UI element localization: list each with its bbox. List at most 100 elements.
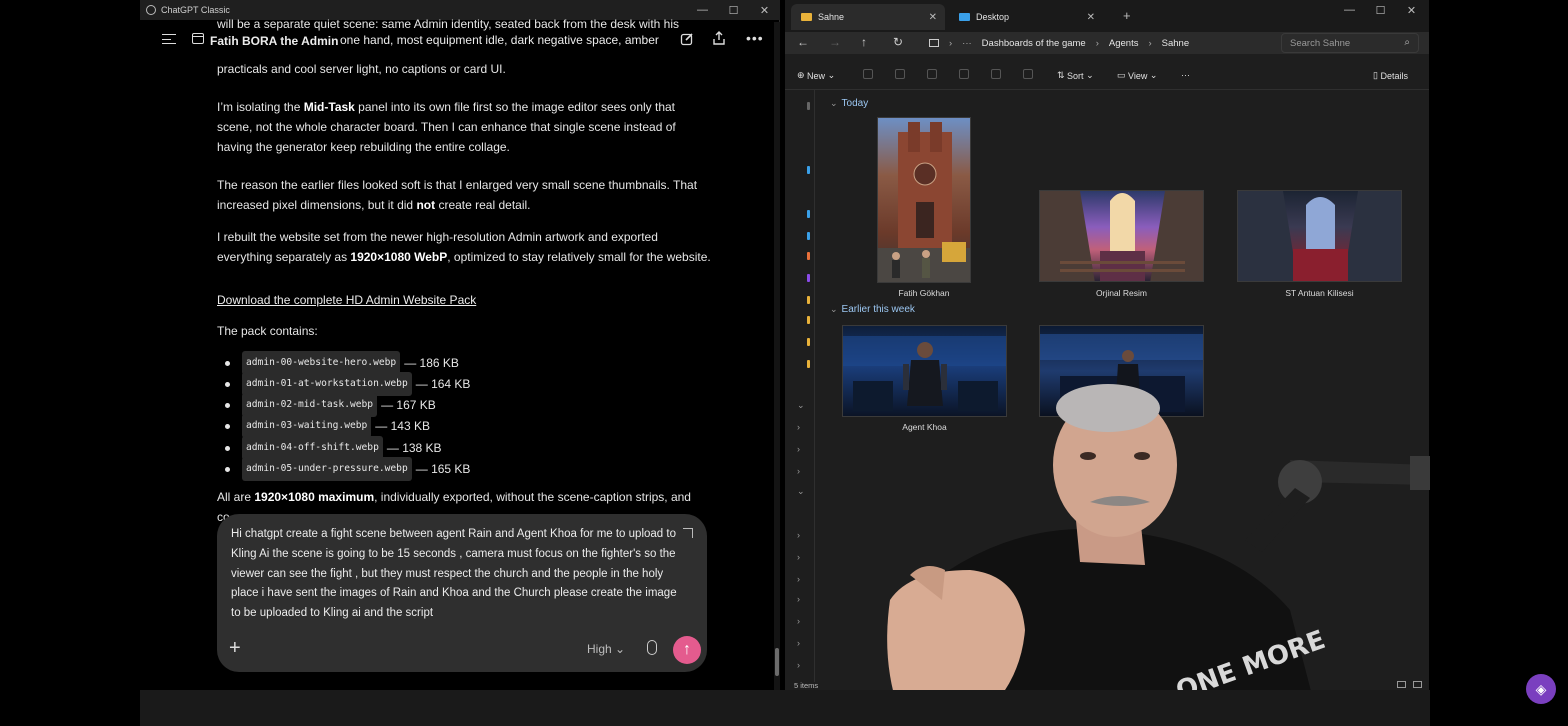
tab-sahne[interactable]: Sahne ✕ [791,4,945,30]
chat-header: Fatih BORA the Admin one hand, most equi… [140,28,780,54]
message-composer[interactable]: Hi chatgpt create a fight scene between … [217,514,707,672]
list-item: admin-03-waiting.webp — 143 KB [217,414,430,438]
back-icon[interactable]: ← [797,35,809,49]
paste-icon[interactable] [927,69,937,79]
church-interior-image [1040,191,1203,281]
file-thumbnail[interactable] [877,117,971,283]
chevron-down-icon[interactable]: ⌄ [797,486,805,497]
message-paragraph-4: All are 1920×1080 maximum, individually … [217,490,691,504]
message-paragraph-2: The reason the earlier files looked soft… [217,178,698,212]
computer-icon [929,39,939,47]
file-name[interactable]: Fatih Gökhan [877,288,971,298]
chevron-right-icon[interactable]: › [797,616,800,626]
send-button[interactable]: ↑ [673,636,701,664]
more-options-icon[interactable]: ··· [1181,70,1190,80]
tab-desktop[interactable]: Desktop ✕ [949,4,1103,30]
view-button[interactable]: ▭ View ⌄ [1117,70,1157,81]
chevron-right-icon[interactable]: › [797,574,800,584]
project-title[interactable]: Fatih BORA the Admin [210,34,338,48]
sort-button[interactable]: ⇅ Sort ⌄ [1057,70,1094,81]
breadcrumb-item[interactable]: Agents [1109,38,1139,49]
list-item: admin-00-website-hero.webp — 186 KB [217,351,459,375]
nav-item-icon [807,166,810,174]
copy-icon[interactable] [895,69,905,79]
message-paragraph-1: I’m isolating the Mid-Task panel into it… [217,100,676,154]
composer-input[interactable]: Hi chatgpt create a fight scene between … [231,525,683,624]
message-overlap-text: one hand, most equipment idle, dark nega… [340,33,659,47]
chevron-right-icon[interactable]: › [797,660,800,670]
nav-item-icon [807,232,810,240]
nav-item-icon [807,102,810,110]
chevron-right-icon[interactable]: › [797,594,800,604]
tab-label: Sahne [818,12,845,22]
edit-icon[interactable] [680,32,694,46]
chevron-right-icon[interactable]: › [797,530,800,540]
maximize-button[interactable]: ☐ [718,0,749,20]
navigation-pane[interactable]: ⌄ › › › ⌄ › › › › › › › [785,90,815,682]
close-button[interactable]: ✕ [1396,0,1427,20]
nav-item-icon [807,252,810,260]
chevron-right-icon[interactable]: › [797,444,800,454]
explorer-command-bar: ⊕ New ⌄ ⇅ Sort ⌄ ▭ View ⌄ ··· ▯ Details [785,62,1429,90]
minimize-button[interactable]: — [1334,0,1365,20]
file-name[interactable]: Orjinal Resim [1039,288,1204,298]
new-tab-button[interactable]: + [1123,8,1131,23]
delete-icon[interactable] [1023,69,1033,79]
status-item-count: 5 items [794,681,819,690]
chevron-right-icon[interactable]: › [797,422,800,432]
close-button[interactable]: ✕ [749,0,780,20]
up-icon[interactable]: ↑ [861,35,867,49]
sidebar-menu-icon[interactable] [162,34,176,44]
list-item: admin-01-at-workstation.webp — 164 KB [217,372,470,396]
share-icon[interactable] [712,31,726,45]
pack-intro: The pack contains: [217,324,318,338]
refresh-icon[interactable]: ↻ [893,35,903,49]
add-attachment-button[interactable]: + [229,638,241,658]
search-input[interactable]: Search Sahne ⌕ [1281,33,1419,53]
new-button[interactable]: ⊕ New ⌄ [797,70,835,81]
more-options-icon[interactable]: ••• [746,30,764,46]
project-folder-icon [192,33,204,44]
download-pack-link[interactable]: Download the complete HD Admin Website P… [217,290,712,310]
chat-scrollbar[interactable] [774,22,780,690]
breadcrumb-item[interactable]: Dashboards of the game [982,38,1086,49]
cut-icon[interactable] [863,69,873,79]
chat-scrollbar-thumb[interactable] [775,648,779,676]
chevron-right-icon[interactable]: › [797,638,800,648]
folder-icon [801,13,812,21]
message-paragraph-0: practicals and cool server light, no cap… [217,62,506,76]
microphone-icon[interactable] [647,640,657,655]
group-header-today[interactable]: ⌄ Today [830,98,868,109]
message-paragraph-3: I rebuilt the website set from the newer… [217,230,711,264]
list-item: admin-05-under-pressure.webp — 165 KB [217,457,470,481]
explorer-tab-bar: Sahne ✕ Desktop ✕ + — ☐ ✕ [785,0,1429,32]
group-header-earlier-this-week[interactable]: ⌄ Earlier this week [830,304,915,315]
breadcrumb[interactable]: › ··· Dashboards of the game › Agents › … [927,32,1199,54]
chatgpt-app-icon [146,5,156,15]
search-icon: ⌕ [1404,37,1410,48]
file-thumbnail[interactable] [1039,190,1204,282]
forward-icon[interactable]: → [829,35,841,49]
nav-item-icon [807,360,810,368]
tab-label: Desktop [976,12,1010,22]
chatgpt-window: ChatGPT Classic — ☐ ✕ will be a separate… [140,0,780,690]
file-name[interactable]: ST Antuan Kilisesi [1237,288,1402,298]
chevron-right-icon[interactable]: › [797,552,800,562]
close-tab-icon[interactable]: ✕ [1087,12,1095,23]
rename-icon[interactable] [959,69,969,79]
bottom-bar [140,690,1430,726]
chevron-right-icon[interactable]: › [797,466,800,476]
share-icon[interactable] [991,69,1001,79]
list-item: admin-02-mid-task.webp — 167 KB [217,393,436,417]
details-button[interactable]: ▯ Details [1373,70,1408,81]
webcam-overlay: ONE MORE [887,384,1430,726]
chevron-down-icon[interactable]: ⌄ [797,400,805,411]
maximize-button[interactable]: ☐ [1365,0,1396,20]
close-tab-icon[interactable]: ✕ [929,12,937,23]
church-interior-red-image [1238,191,1401,281]
nav-item-icon [807,338,810,346]
expand-icon[interactable] [683,528,693,538]
file-thumbnail[interactable] [1237,190,1402,282]
breadcrumb-item[interactable]: Sahne [1162,38,1189,49]
reasoning-level-select[interactable]: High ⌄ [587,642,625,656]
